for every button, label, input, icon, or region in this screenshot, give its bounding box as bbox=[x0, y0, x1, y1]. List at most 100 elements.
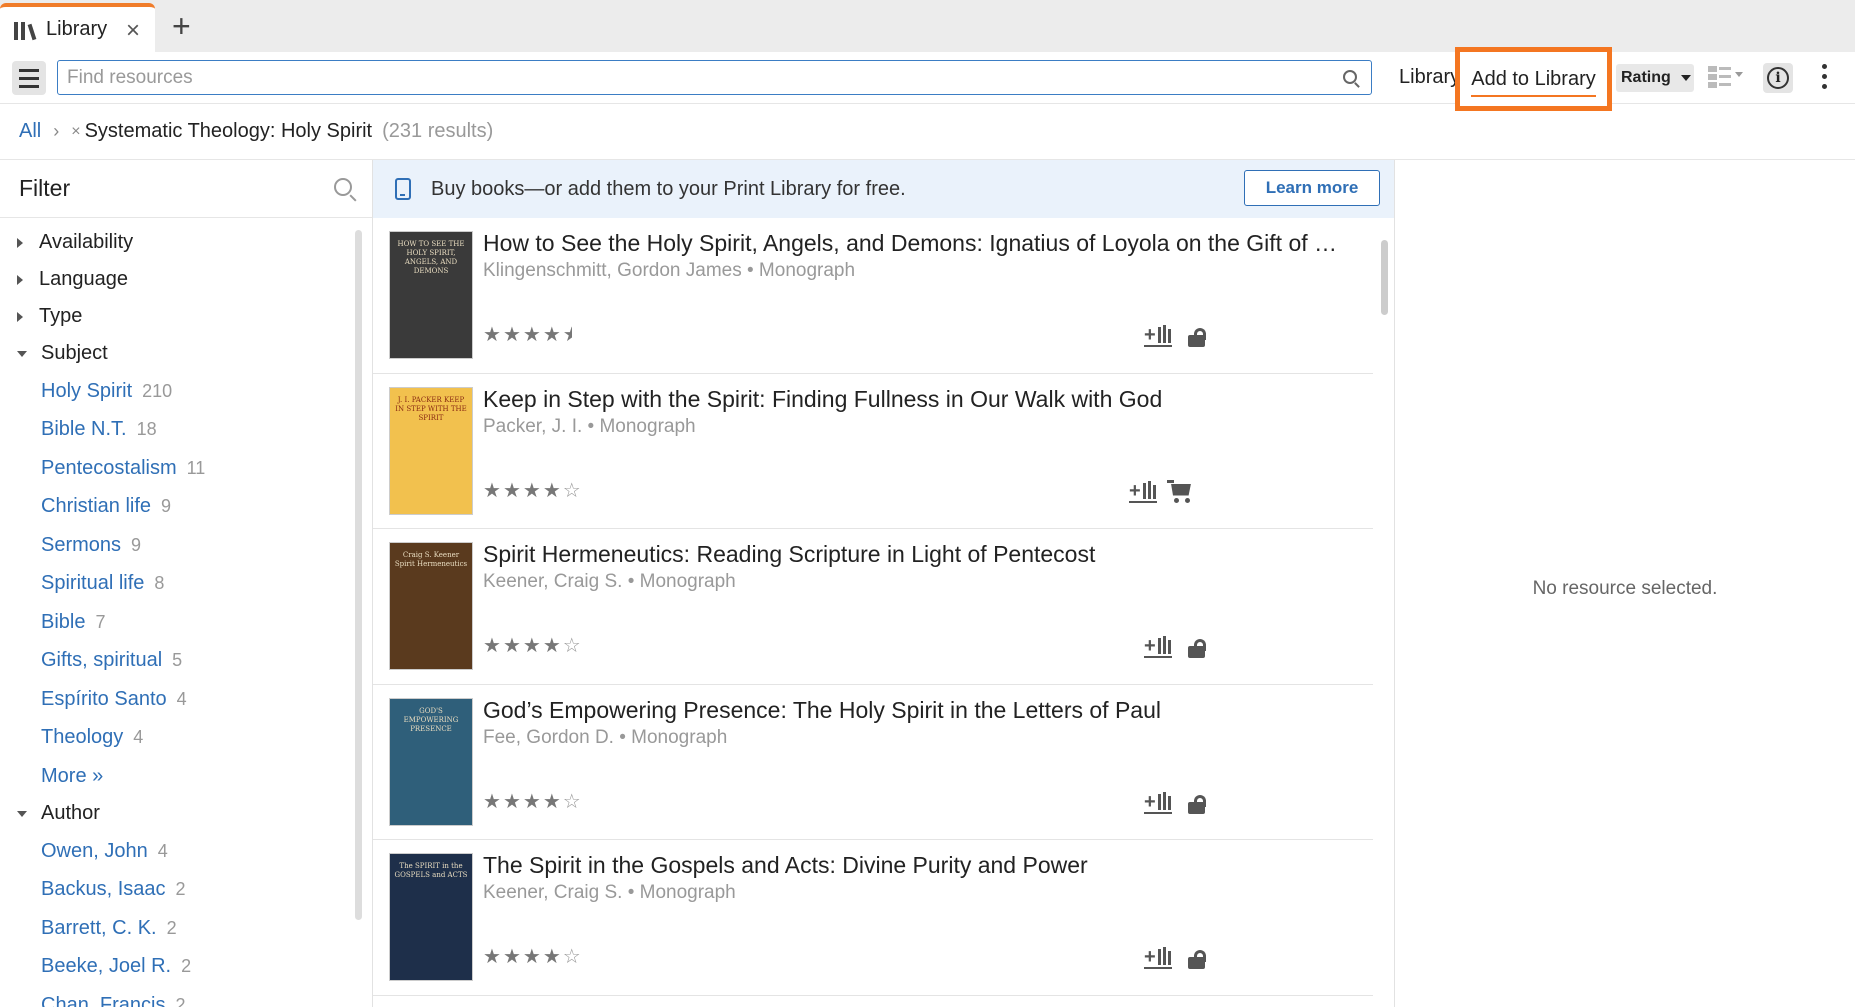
result-row[interactable]: HOW TO SEE THE HOLY SPIRIT, ANGELS, AND … bbox=[373, 218, 1373, 374]
expand-icon bbox=[17, 274, 23, 285]
filter-item-label: Chan, Francis bbox=[41, 993, 166, 1007]
result-row[interactable]: The SPIRIT in the GOSPELS and ACTS The Sp… bbox=[373, 840, 1373, 996]
filter-item-count: 9 bbox=[161, 496, 172, 517]
search-input[interactable] bbox=[67, 66, 1337, 89]
expand-icon bbox=[17, 311, 23, 322]
filter-list: Availability Language Type Subject Holy … bbox=[0, 218, 372, 1007]
add-to-reading-list-icon[interactable]: + bbox=[1129, 480, 1157, 503]
filter-section-availability[interactable]: Availability bbox=[0, 224, 372, 261]
filter-section-author[interactable]: Author bbox=[0, 795, 372, 832]
result-title[interactable]: The Spirit in the Gospels and Acts: Divi… bbox=[483, 852, 1353, 879]
subject-filter-item[interactable]: Christian life 9 bbox=[0, 488, 372, 527]
search-icon[interactable] bbox=[1343, 70, 1357, 84]
promo-text: Buy books—or add them to your Print Libr… bbox=[431, 177, 906, 200]
rating-label: Rating bbox=[1621, 69, 1671, 86]
unlock-icon[interactable] bbox=[1188, 794, 1206, 814]
result-count: (231 results) bbox=[382, 120, 494, 142]
add-to-reading-list-icon[interactable]: + bbox=[1144, 947, 1172, 969]
filter-scrollbar[interactable] bbox=[355, 230, 362, 920]
cart-icon[interactable] bbox=[1167, 479, 1193, 504]
book-cover[interactable]: The SPIRIT in the GOSPELS and ACTS bbox=[389, 853, 473, 981]
filter-section-subject[interactable]: Subject bbox=[0, 335, 372, 372]
filter-section-type[interactable]: Type bbox=[0, 298, 372, 335]
star-full-icon: ★ bbox=[502, 946, 521, 968]
subject-filter-item[interactable]: Bible N.T. 18 bbox=[0, 411, 372, 450]
filter-item-label: Pentecostalism bbox=[41, 456, 177, 479]
unlock-icon[interactable] bbox=[1188, 328, 1206, 347]
cover-text: HOW TO SEE THE HOLY SPIRIT, ANGELS, AND … bbox=[397, 240, 465, 275]
add-to-reading-list-icon[interactable]: + bbox=[1144, 791, 1172, 814]
result-title[interactable]: How to See the Holy Spirit, Angels, and … bbox=[483, 230, 1353, 257]
result-meta: Packer, J. I. • Monograph bbox=[483, 415, 696, 437]
book-cover[interactable]: J. I. PACKER KEEP IN STEP WITH THE SPIRI… bbox=[389, 386, 473, 515]
rating-sort-dropdown[interactable]: Rating bbox=[1616, 64, 1694, 92]
author-filter-item[interactable]: Chan, Francis 2 bbox=[0, 986, 372, 1007]
star-full-icon: ★ bbox=[542, 946, 561, 968]
subject-filter-item[interactable]: Theology 4 bbox=[0, 719, 372, 758]
filter-item-label: Spiritual life bbox=[41, 572, 145, 595]
learn-more-button[interactable]: Learn more bbox=[1244, 170, 1380, 206]
subject-filter-item[interactable]: Pentecostalism 11 bbox=[0, 449, 372, 488]
author-filter-item[interactable]: Owen, John 4 bbox=[0, 832, 372, 871]
promo-banner: Buy books—or add them to your Print Libr… bbox=[373, 160, 1394, 218]
result-title[interactable]: Spirit Hermeneutics: Reading Scripture i… bbox=[483, 541, 1353, 568]
remove-filter-icon[interactable]: × bbox=[71, 123, 80, 141]
library-icon bbox=[14, 20, 38, 40]
author-filter-item[interactable]: Backus, Isaac 2 bbox=[0, 871, 372, 910]
subject-filter-item[interactable]: Gifts, spiritual 5 bbox=[0, 642, 372, 681]
no-resource-message: No resource selected. bbox=[1532, 578, 1718, 599]
filter-item-label: Sermons bbox=[41, 533, 122, 556]
add-to-library-button[interactable]: Add to Library bbox=[1455, 47, 1612, 111]
book-cover[interactable]: Craig S. Keener Spirit Hermeneutics bbox=[389, 542, 473, 670]
author-filter-item[interactable]: Beeke, Joel R. 2 bbox=[0, 948, 372, 987]
filter-item-count: 2 bbox=[181, 956, 192, 977]
info-icon: i bbox=[1767, 67, 1789, 89]
library-button[interactable]: Library bbox=[1399, 66, 1460, 89]
star-rating: ★ ★ ★ ★ ☆ bbox=[483, 636, 581, 656]
star-full-icon: ★ bbox=[522, 790, 541, 813]
more-subjects-link[interactable]: More » bbox=[0, 757, 372, 795]
filter-item-count: 4 bbox=[133, 727, 144, 748]
cover-text: GOD'S EMPOWERING PRESENCE bbox=[403, 706, 459, 733]
close-tab-icon[interactable]: × bbox=[126, 17, 140, 45]
new-tab-button[interactable]: + bbox=[172, 8, 191, 45]
search-box[interactable] bbox=[57, 60, 1372, 95]
filter-search-icon[interactable] bbox=[334, 178, 352, 196]
view-mode-icon[interactable] bbox=[1708, 66, 1748, 90]
star-full-icon: ★ bbox=[542, 479, 561, 502]
subject-filter-item[interactable]: Spiritual life 8 bbox=[0, 565, 372, 604]
unlock-icon[interactable] bbox=[1188, 950, 1206, 969]
subject-filter-item[interactable]: Sermons 9 bbox=[0, 526, 372, 565]
collapse-icon bbox=[17, 810, 27, 817]
filter-item-label: Holy Spirit bbox=[41, 379, 133, 402]
cover-text: J. I. PACKER KEEP IN STEP WITH THE SPIRI… bbox=[395, 395, 467, 422]
star-full-icon: ★ bbox=[522, 324, 541, 346]
menu-button[interactable] bbox=[12, 61, 46, 95]
info-button[interactable]: i bbox=[1763, 63, 1793, 93]
result-row[interactable]: Craig S. Keener Spirit Hermeneutics Spiri… bbox=[373, 529, 1373, 685]
add-to-reading-list-icon[interactable]: + bbox=[1144, 636, 1172, 658]
result-row[interactable]: J. I. PACKER KEEP IN STEP WITH THE SPIRI… bbox=[373, 374, 1373, 529]
subject-filter-item[interactable]: Bible 7 bbox=[0, 603, 372, 642]
result-title[interactable]: God’s Empowering Presence: The Holy Spir… bbox=[483, 697, 1353, 724]
unlock-icon[interactable] bbox=[1188, 639, 1206, 658]
add-to-reading-list-icon[interactable]: + bbox=[1144, 325, 1172, 347]
author-filter-item[interactable]: Barrett, C. K. 2 bbox=[0, 909, 372, 948]
book-cover[interactable]: GOD'S EMPOWERING PRESENCE bbox=[389, 697, 473, 826]
filter-section-language[interactable]: Language bbox=[0, 261, 372, 298]
results-scrollbar[interactable] bbox=[1381, 240, 1388, 315]
star-empty-icon: ☆ bbox=[562, 790, 581, 813]
subject-filter-item[interactable]: Espírito Santo 4 bbox=[0, 680, 372, 719]
subject-filter-item[interactable]: Holy Spirit 210 bbox=[0, 372, 372, 411]
breadcrumb-current: Systematic Theology: Holy Spirit bbox=[84, 120, 373, 142]
result-row[interactable]: GOD'S EMPOWERING PRESENCE God’s Empowerin… bbox=[373, 685, 1373, 840]
subject-items: Holy Spirit 210 Bible N.T. 18 Pentecostalism… bbox=[0, 372, 372, 757]
tab-library[interactable]: Library × bbox=[0, 3, 155, 52]
results-panel: Buy books—or add them to your Print Libr… bbox=[373, 160, 1395, 1007]
filter-item-label: Owen, John bbox=[41, 839, 148, 862]
book-cover[interactable]: HOW TO SEE THE HOLY SPIRIT, ANGELS, AND … bbox=[389, 231, 473, 359]
more-options-icon[interactable] bbox=[1822, 64, 1827, 89]
result-title[interactable]: Keep in Step with the Spirit: Finding Fu… bbox=[483, 386, 1353, 413]
breadcrumb-all-link[interactable]: All bbox=[19, 120, 41, 143]
star-full-icon: ★ bbox=[483, 790, 501, 813]
